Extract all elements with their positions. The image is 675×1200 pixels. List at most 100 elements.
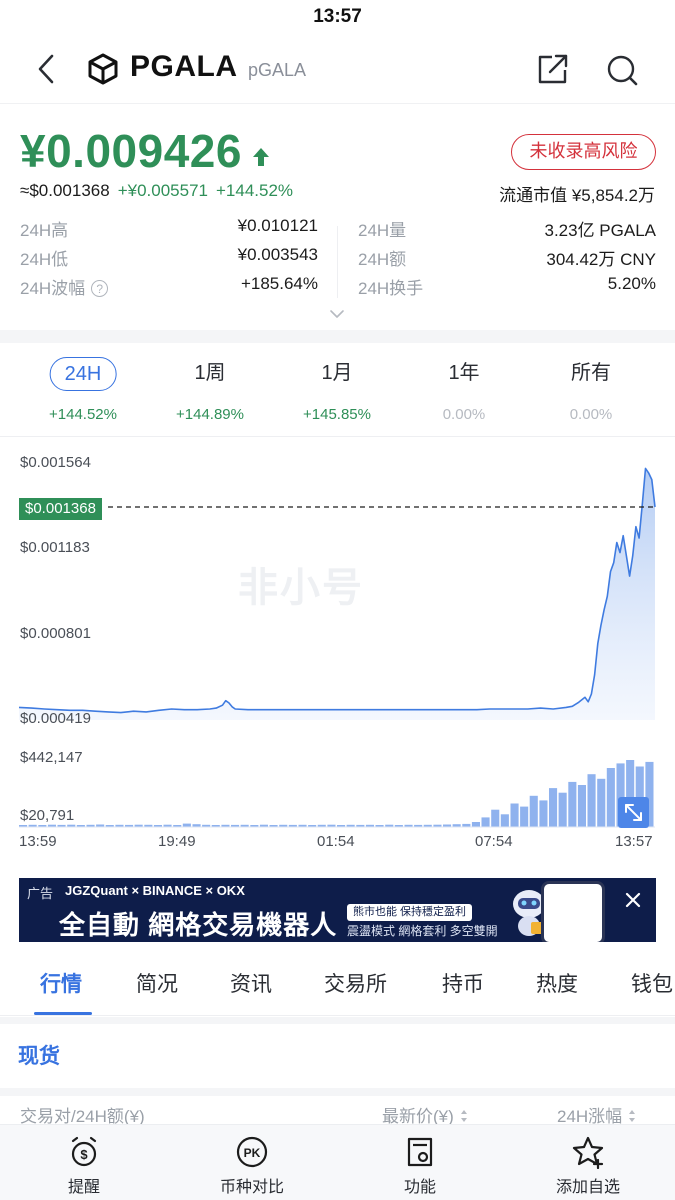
ad-headline: 全自動 網格交易機器人	[59, 910, 338, 940]
section-spacer	[0, 942, 675, 950]
price-area-fill	[19, 468, 655, 720]
stat-value: 3.23亿 PGALA	[544, 221, 656, 240]
price-chart[interactable]: 非小号 $0.001564 $0.001368 $0.001183 $0.000…	[0, 440, 675, 870]
ad-brands: JGZQuant × BINANCE × OKX	[65, 883, 245, 898]
nav-divider	[0, 103, 675, 104]
cube-logo-icon	[88, 53, 118, 85]
bottom-item-compare[interactable]: PK 币种对比	[192, 1125, 312, 1200]
x-axis-label: 13:57	[615, 833, 653, 850]
usd-price: ≈$0.001368	[20, 181, 110, 200]
tab-wallet[interactable]: 钱包	[631, 968, 673, 998]
period-label: 1月	[321, 362, 353, 384]
market-cap: 流通市值 ¥5,854.2万	[499, 186, 655, 205]
stats-right: 24H量 3.23亿 PGALA 24H额 304.42万 CNY 24H换手 …	[358, 216, 656, 303]
period-tabs: 24H +144.52% 1周 +144.89% 1月 +145.85% 1年 …	[0, 344, 675, 436]
current-price-tag: $0.001368	[19, 498, 102, 520]
tab-news[interactable]: 资讯	[230, 968, 272, 998]
stat-label: 24H高	[20, 221, 69, 240]
main-tabs: 行情 简况 资讯 交易所 持币 热度 钱包	[0, 950, 675, 1016]
current-price: ¥0.009426	[20, 125, 242, 177]
price-change: +¥0.005571	[117, 181, 208, 200]
bottom-label: 功能	[403, 1179, 436, 1196]
back-arrow-icon[interactable]	[30, 50, 64, 88]
stat-row-low: 24H低 ¥0.003543	[20, 245, 318, 274]
volume-bar	[539, 800, 548, 827]
search-icon[interactable]	[604, 52, 640, 88]
period-tab-1w[interactable]: 1周 +144.89%	[146, 344, 274, 436]
period-change: 0.00%	[569, 406, 613, 423]
bottom-label: 添加自选	[555, 1179, 620, 1196]
stat-row-turnover: 24H换手 5.20%	[358, 274, 656, 303]
help-icon[interactable]: ?	[91, 280, 109, 297]
bottom-item-watchlist[interactable]: 添加自选	[528, 1125, 648, 1200]
stat-row-amount: 24H额 304.42万 CNY	[358, 245, 656, 274]
volume-bar	[549, 788, 558, 827]
y-axis-label: $0.001183	[20, 539, 90, 556]
price-change-pct: +144.52%	[216, 181, 294, 200]
section-spacer	[0, 1017, 675, 1024]
tab-market[interactable]: 行情	[40, 968, 82, 998]
ad-tag: 广告	[27, 886, 54, 901]
stat-value: 304.42万 CNY	[546, 250, 656, 269]
stat-row-amplitude: 24H波幅? +185.64%	[20, 274, 318, 303]
stat-label: 24H低	[20, 250, 69, 269]
volume-bar	[182, 823, 191, 827]
stats-left: 24H高 ¥0.010121 24H低 ¥0.003543 24H波幅? +18…	[20, 216, 318, 303]
x-axis-label: 07:54	[475, 833, 513, 850]
period-label: 所有	[571, 362, 611, 384]
stat-label-wrap: 24H波幅?	[20, 274, 109, 299]
tab-overview[interactable]: 简况	[136, 968, 178, 998]
period-tab-24h[interactable]: 24H +144.52%	[19, 344, 147, 436]
stat-label: 24H换手	[358, 279, 424, 298]
volume-bar	[587, 774, 596, 827]
ad-subtitle: 震盪模式 網格套利 多空雙開	[347, 924, 498, 938]
chevron-down-icon[interactable]	[329, 309, 345, 319]
stat-label: 24H额	[358, 250, 407, 269]
bottom-item-tools[interactable]: 功能	[360, 1125, 480, 1200]
period-tab-all[interactable]: 所有 0.00%	[527, 344, 655, 436]
period-change: +145.85%	[303, 406, 371, 423]
price-line	[18, 467, 656, 714]
volume-bar	[481, 817, 490, 827]
ad-pill: 熊市也能 保持穩定盈利	[347, 904, 473, 921]
tab-popularity[interactable]: 热度	[536, 968, 578, 998]
sort-icon	[460, 1110, 467, 1122]
fullscreen-icon[interactable]	[618, 797, 649, 828]
volume-axis-label: $442,147	[20, 749, 83, 766]
volume-bar	[520, 806, 529, 827]
period-label: 1周	[194, 362, 226, 384]
period-change: +144.89%	[176, 406, 244, 423]
volume-bar	[529, 795, 538, 827]
volume-bar	[510, 803, 519, 827]
volume-bar	[500, 814, 509, 827]
period-tab-1y[interactable]: 1年 0.00%	[400, 344, 528, 436]
risk-badge[interactable]: 未收录高风险	[511, 134, 656, 170]
tab-exchanges[interactable]: 交易所	[324, 968, 387, 998]
bottom-item-alert[interactable]: $ 提醒	[24, 1125, 144, 1200]
stat-row-high: 24H高 ¥0.010121	[20, 216, 318, 245]
x-axis-label: 01:54	[317, 833, 355, 850]
ad-banner[interactable]: 广告 JGZQuant × BINANCE × OKX 全自動 網格交易機器人 …	[19, 878, 656, 942]
volume-bar	[558, 792, 567, 827]
period-label: 24H	[49, 357, 117, 391]
y-axis-label: $0.000801	[20, 625, 91, 642]
period-tab-1m[interactable]: 1月 +145.85%	[273, 344, 401, 436]
nav-header: PGALA pGALA	[0, 36, 675, 102]
sort-icon	[629, 1110, 636, 1122]
volume-axis-label: $20,791	[20, 807, 75, 824]
close-icon[interactable]	[623, 890, 643, 910]
volume-bar	[568, 781, 577, 827]
pk-compare-icon: PK	[236, 1136, 268, 1168]
up-arrow-icon	[253, 148, 269, 166]
volume-bar	[597, 778, 606, 827]
tab-holders[interactable]: 持币	[442, 968, 484, 998]
active-tab-indicator	[34, 1012, 92, 1015]
period-change: +144.52%	[49, 406, 117, 423]
section-spacer	[0, 330, 675, 343]
period-change: 0.00%	[442, 406, 486, 423]
y-axis-label: $0.000419	[20, 710, 91, 727]
volume-bar	[471, 822, 480, 827]
stat-value: +185.64%	[240, 274, 318, 293]
share-icon[interactable]	[536, 53, 570, 85]
status-bar: 13:57	[0, 0, 675, 36]
